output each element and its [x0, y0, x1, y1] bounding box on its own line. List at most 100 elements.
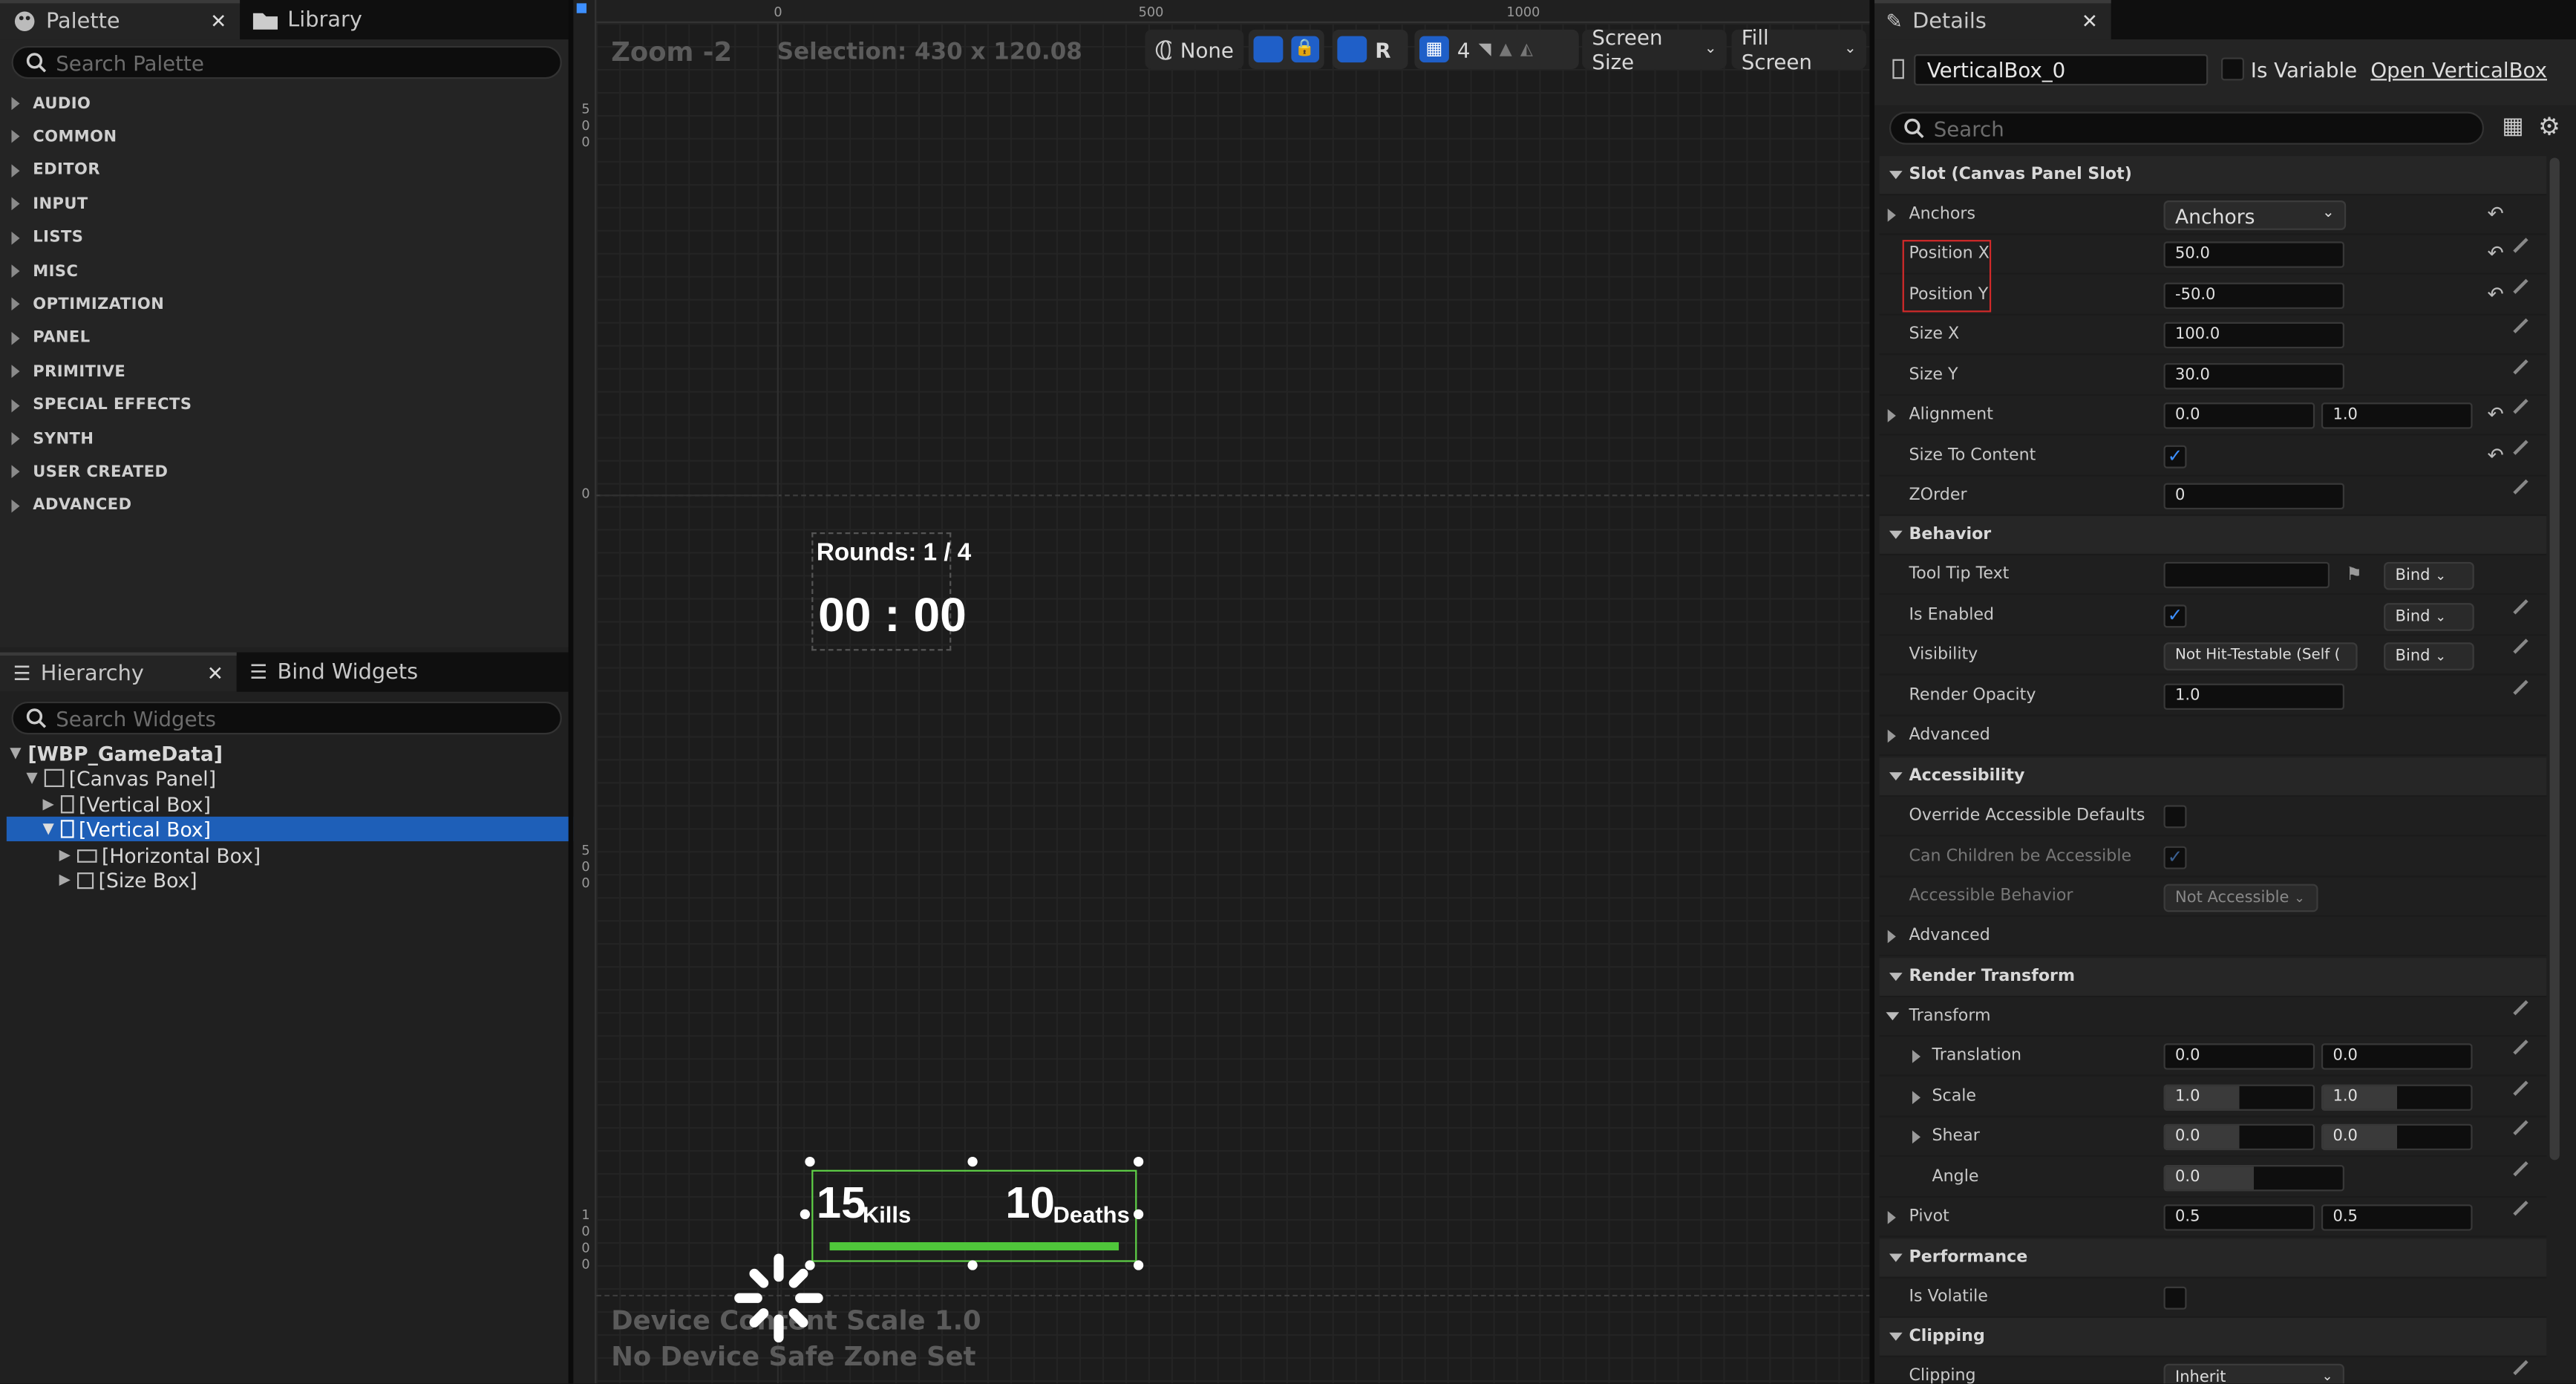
image-icon[interactable]: ▲	[1500, 40, 1512, 58]
resize-handle[interactable]	[967, 1156, 978, 1167]
pivot-x-input[interactable]: 0.5	[2163, 1204, 2315, 1231]
resize-handle[interactable]	[800, 1209, 811, 1220]
hierarchy-search-input[interactable]: Search Widgets	[11, 701, 562, 735]
chevron-right-icon[interactable]	[1887, 1210, 1896, 1224]
pin-icon[interactable]	[2513, 1000, 2539, 1026]
grid-icon[interactable]: ▦	[1419, 36, 1449, 63]
is-enabled-checkbox[interactable]: ✓	[2163, 604, 2187, 628]
palette-category[interactable]: PANEL	[0, 324, 91, 353]
palette-category[interactable]: USER CREATED	[0, 457, 168, 487]
category-slot[interactable]: Slot (Canvas Panel Slot)	[1879, 156, 2547, 196]
palette-category[interactable]: SPECIAL EFFECTS	[0, 391, 192, 420]
category-clipping[interactable]: Clipping	[1879, 1317, 2547, 1357]
stats-vertical-box-selected[interactable]: 15 Kills 10 Deaths	[811, 1169, 1137, 1262]
anchor-icon[interactable]	[730, 1249, 828, 1348]
chevron-right-icon[interactable]	[1887, 409, 1896, 422]
layout-icon[interactable]	[1337, 36, 1367, 63]
angle-input[interactable]: 0.0	[2163, 1165, 2344, 1192]
category-performance[interactable]: Performance	[1879, 1238, 2547, 1279]
row-advanced-behavior[interactable]: Advanced	[1879, 717, 2547, 756]
size-y-input[interactable]: 30.0	[2163, 363, 2344, 390]
chevron-right-icon[interactable]	[1912, 1130, 1920, 1144]
chevron-right-icon[interactable]	[1912, 1050, 1920, 1063]
r-toggle[interactable]: R	[1375, 37, 1390, 62]
scale-x-input[interactable]: 1.0	[2163, 1084, 2315, 1111]
rounds-vertical-box[interactable]: Rounds: 1 / 4 00 : 00	[811, 532, 971, 651]
shear-x-input[interactable]: 0.0	[2163, 1123, 2315, 1151]
resize-handle[interactable]	[805, 1156, 815, 1167]
reset-icon[interactable]: ↶	[2487, 283, 2503, 306]
pin-icon[interactable]	[2513, 1120, 2539, 1146]
palette-category[interactable]: AUDIO	[0, 89, 91, 119]
panel-splitter[interactable]	[568, 0, 574, 1384]
palette-category[interactable]: EDITOR	[0, 156, 100, 186]
reset-icon[interactable]: ↶	[2487, 444, 2503, 467]
is-variable-checkbox[interactable]	[2220, 57, 2244, 81]
widget-name-input[interactable]: VerticalBox_0	[1914, 54, 2209, 86]
flip-icon[interactable]: ◭	[1520, 40, 1533, 58]
settings-icon[interactable]: ⚙	[2538, 111, 2560, 141]
close-icon[interactable]: ✕	[210, 10, 226, 33]
enabled-bind-dropdown[interactable]: Bind ⌄	[2384, 603, 2474, 631]
scale-y-input[interactable]: 1.0	[2321, 1084, 2473, 1111]
tab-details[interactable]: ✎ Details ✕	[1872, 0, 2111, 40]
close-icon[interactable]: ✕	[207, 662, 223, 685]
chevron-down-icon[interactable]	[1886, 1012, 1900, 1021]
tooltip-bind-dropdown[interactable]: Bind ⌄	[2384, 561, 2474, 590]
size-x-input[interactable]: 100.0	[2163, 321, 2344, 349]
category-behavior[interactable]: Behavior	[1879, 515, 2547, 555]
resize-handle[interactable]	[1133, 1156, 1144, 1167]
tab-bind-widgets[interactable]: ☰ Bind Widgets	[237, 653, 431, 692]
pin-icon[interactable]	[2513, 440, 2539, 466]
lock-icon[interactable]: 🔒	[1290, 36, 1320, 63]
palette-category[interactable]: COMMON	[0, 123, 117, 152]
render-opacity-input[interactable]: 1.0	[2163, 683, 2344, 711]
zorder-input[interactable]: 0	[2163, 483, 2344, 510]
shear-y-input[interactable]: 0.0	[2321, 1123, 2473, 1151]
alignment-x-input[interactable]: 0.0	[2163, 402, 2315, 429]
palette-category[interactable]: OPTIMIZATION	[0, 290, 164, 319]
localization-dropdown[interactable]: None	[1145, 29, 1244, 69]
chevron-right-icon[interactable]	[1887, 209, 1896, 222]
reset-icon[interactable]: ↶	[2487, 202, 2503, 225]
grid-snap-value[interactable]: 4	[1457, 37, 1471, 62]
panel-splitter[interactable]	[1869, 0, 1875, 1384]
palette-search-input[interactable]: Search Palette	[11, 45, 562, 79]
palette-category[interactable]: SYNTH	[0, 424, 94, 454]
open-vertical-box-link[interactable]: Open VerticalBox	[2370, 57, 2547, 82]
position-y-input[interactable]: -50.0	[2163, 282, 2344, 310]
translation-y-input[interactable]: 0.0	[2321, 1043, 2473, 1070]
position-x-input[interactable]: 50.0	[2163, 241, 2344, 268]
pin-icon[interactable]	[2513, 1080, 2539, 1106]
flag-icon[interactable]: ⚑	[2346, 564, 2362, 585]
close-icon[interactable]: ✕	[2082, 10, 2098, 33]
tab-palette[interactable]: Palette ✕	[0, 0, 241, 40]
details-search-input[interactable]: Search	[1889, 111, 2485, 145]
table-view-icon[interactable]: ▦	[2502, 114, 2523, 140]
details-scrollbar[interactable]	[2549, 157, 2560, 1161]
pivot-y-input[interactable]: 0.5	[2321, 1204, 2473, 1231]
translation-x-input[interactable]: 0.0	[2163, 1043, 2315, 1070]
marquee-icon[interactable]	[1253, 36, 1283, 63]
pin-icon[interactable]	[2513, 399, 2539, 425]
palette-category[interactable]: INPUT	[0, 189, 88, 219]
pin-icon[interactable]	[2513, 1039, 2539, 1065]
override-accessible-checkbox[interactable]	[2163, 805, 2187, 829]
pin-icon[interactable]	[2513, 238, 2539, 264]
screen-size-dropdown[interactable]: Screen Size ⌄	[1582, 25, 1727, 74]
chevron-right-icon[interactable]	[1887, 729, 1896, 743]
row-advanced-accessibility[interactable]: Advanced	[1879, 917, 2547, 956]
tab-library[interactable]: Library	[240, 0, 376, 39]
resize-handle[interactable]	[1133, 1260, 1144, 1270]
palette-category[interactable]: LISTS	[0, 223, 83, 252]
resize-handle[interactable]	[1133, 1209, 1144, 1220]
tooltip-input[interactable]	[2163, 561, 2330, 589]
reset-icon[interactable]: ↶	[2487, 241, 2503, 264]
size-to-content-checkbox[interactable]: ✓	[2163, 445, 2187, 469]
cursor-icon[interactable]: ◥	[1479, 40, 1491, 58]
pin-icon[interactable]	[2513, 1201, 2539, 1227]
pin-icon[interactable]	[2513, 599, 2539, 625]
pin-icon[interactable]	[2513, 679, 2539, 705]
pin-icon[interactable]	[2513, 639, 2539, 665]
is-volatile-checkbox[interactable]	[2163, 1286, 2187, 1310]
